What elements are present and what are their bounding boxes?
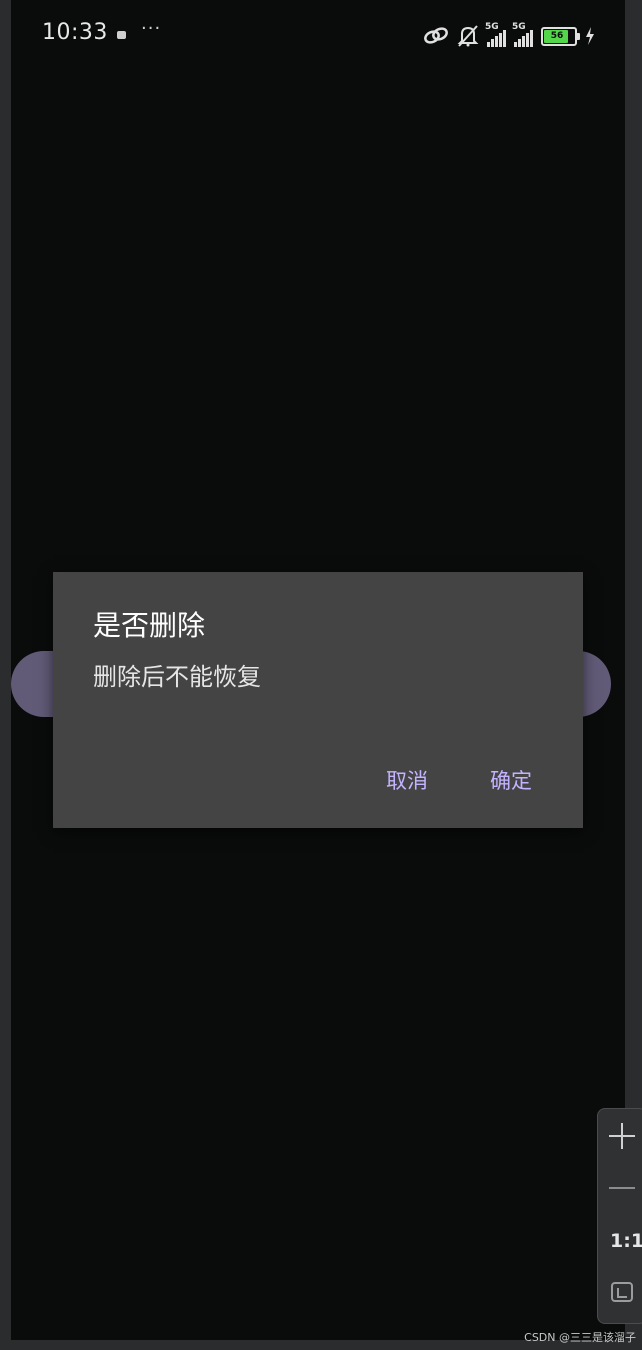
zoom-in-icon[interactable] — [609, 1123, 635, 1149]
notification-icon — [117, 31, 126, 39]
signal-icon: 5G — [485, 22, 506, 47]
signal-icon: 5G — [512, 22, 533, 47]
link-icon — [424, 27, 448, 44]
status-icons: 5G 5G 56 — [423, 22, 595, 50]
battery-level: 56 — [550, 30, 564, 41]
confirm-button[interactable]: 确定 — [488, 765, 534, 797]
dialog-message: 删除后不能恢复 — [93, 663, 261, 691]
charging-icon — [586, 27, 594, 45]
bell-off-icon — [457, 25, 479, 47]
cancel-button[interactable]: 取消 — [384, 765, 430, 797]
delete-confirm-dialog: 是否删除 删除后不能恢复 取消 确定 — [53, 572, 583, 828]
signal-type-label: 5G — [512, 22, 526, 32]
dialog-title: 是否删除 — [93, 609, 206, 642]
zoom-panel: 1:1 — [597, 1108, 642, 1324]
battery-icon: 56 — [541, 26, 580, 46]
more-notifications-icon: ··· — [141, 18, 162, 39]
phone-screen: 10:33 ··· 5G 5G 56 是否删除 删除后不能恢复 取消 确定 — [11, 0, 625, 1340]
fit-screen-icon[interactable] — [611, 1282, 633, 1302]
zoom-ratio-button[interactable]: 1:1 — [610, 1230, 642, 1252]
status-bar: 10:33 ··· 5G 5G 56 — [11, 0, 625, 70]
watermark: CSDN @三三是该溜子 — [524, 1331, 636, 1344]
zoom-out-icon[interactable] — [609, 1187, 635, 1189]
signal-type-label: 5G — [485, 22, 499, 32]
status-time: 10:33 — [42, 20, 108, 45]
